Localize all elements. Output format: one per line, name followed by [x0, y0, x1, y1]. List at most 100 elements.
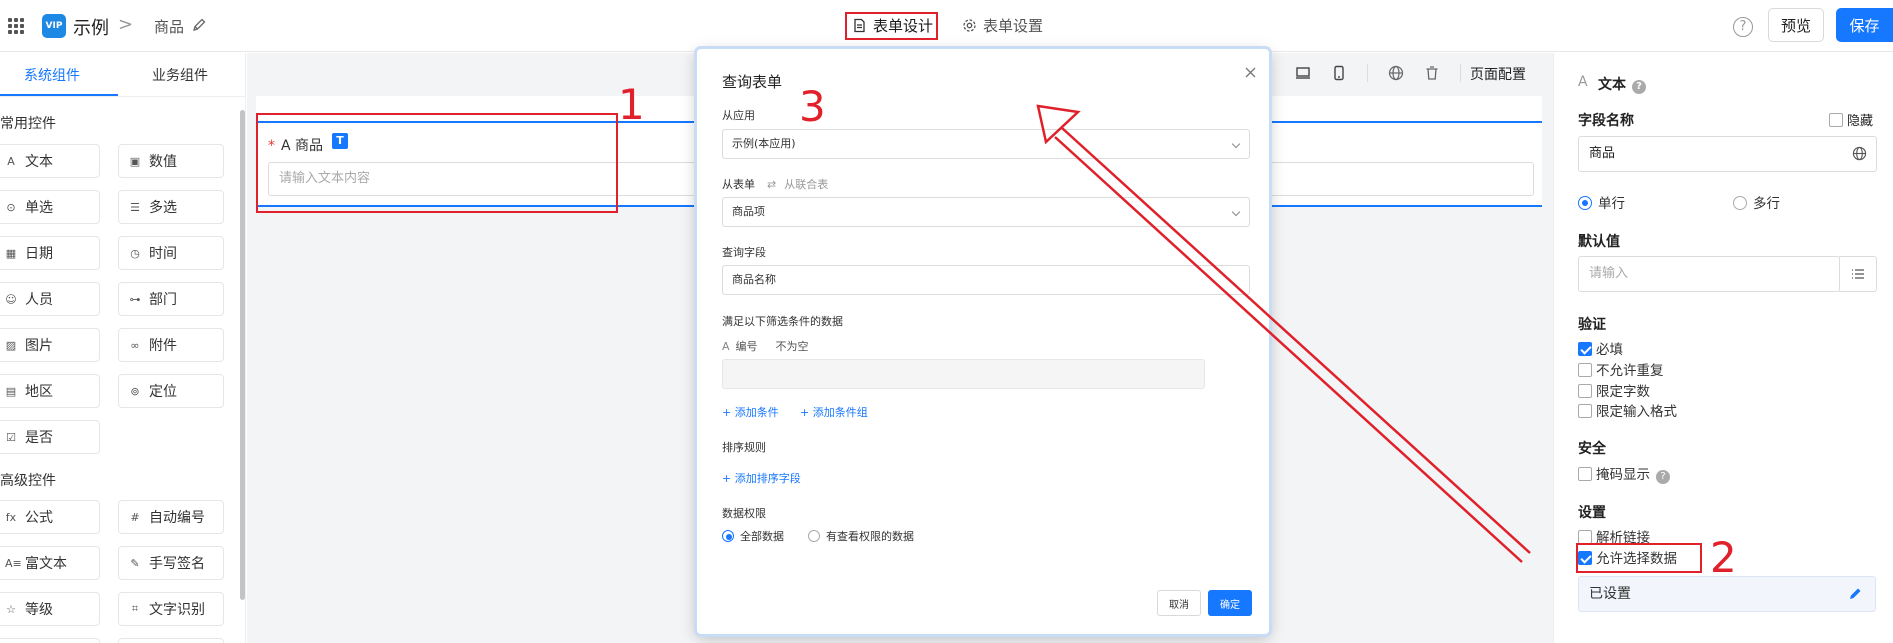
checkbox[interactable] — [1578, 363, 1592, 377]
number-icon: ▣ — [129, 154, 141, 168]
radio[interactable] — [808, 530, 820, 542]
component-more[interactable] — [0, 638, 100, 643]
component-ocr[interactable]: ⌗ 文字识别 — [118, 592, 224, 626]
list-icon — [1851, 269, 1864, 279]
breadcrumb-separator: > — [118, 14, 134, 35]
group-title-advanced: 高级控件 — [0, 473, 56, 489]
checkbox[interactable] — [1578, 384, 1592, 398]
radio[interactable] — [722, 530, 734, 542]
length-limit-checkbox[interactable]: 限定字数 — [1578, 380, 1650, 400]
multi-line-radio[interactable]: 多行 — [1733, 192, 1780, 212]
text-type-icon: A — [722, 340, 730, 353]
chevron-down-icon — [1231, 207, 1241, 217]
pencil-icon[interactable] — [1848, 587, 1862, 601]
clock-icon: ◷ — [130, 246, 140, 260]
radio-icon: ⊙ — [6, 200, 16, 214]
top-bar: VIP 示例 > 商品 表单设计 表单设置 ? 预览 保存 — [0, 0, 1893, 52]
perm-all-radio[interactable]: 全部数据 — [722, 528, 784, 544]
add-condition-link[interactable]: + 添加条件 — [722, 404, 779, 420]
component-multi-select[interactable]: ☰ 多选 — [118, 190, 224, 224]
settings-label: 设置 — [1578, 505, 1606, 521]
component-member[interactable]: ☺ 人员 — [0, 282, 100, 316]
component-single-select[interactable]: ⊙ 单选 — [0, 190, 100, 224]
component-more[interactable] — [118, 638, 224, 643]
add-sort-field-link[interactable]: + 添加排序字段 — [722, 470, 801, 486]
component-auto-number[interactable]: # 自动编号 — [118, 500, 224, 534]
save-button[interactable]: 保存 — [1836, 8, 1893, 42]
component-location[interactable]: ⊚ 定位 — [118, 374, 224, 408]
filter-condition-value[interactable] — [722, 359, 1205, 389]
desktop-icon[interactable] — [1295, 65, 1311, 81]
mask-display-checkbox[interactable]: 掩码显示? — [1578, 463, 1670, 484]
from-app-label: 从应用 — [722, 109, 755, 122]
org-chart-icon: ⊶ — [129, 292, 141, 306]
checkbox[interactable] — [1829, 113, 1843, 127]
text-icon: A — [7, 154, 15, 168]
from-join-table-link[interactable]: 从联合表 — [784, 178, 828, 191]
cancel-button[interactable]: 取消 — [1157, 590, 1201, 616]
from-form-select[interactable]: 商品项 — [722, 197, 1250, 227]
app-grid-icon[interactable] — [8, 18, 24, 34]
tab-system-components[interactable]: 系统组件 — [24, 65, 80, 85]
pencil-icon[interactable] — [192, 18, 206, 32]
tab-form-settings-label: 表单设置 — [983, 16, 1044, 35]
tab-form-settings[interactable]: 表单设置 — [962, 14, 1043, 36]
checkbox[interactable] — [1578, 530, 1592, 544]
component-region[interactable]: ▤ 地区 — [0, 374, 100, 408]
component-date[interactable]: ▦ 日期 — [0, 236, 100, 270]
unique-checkbox[interactable]: 不允许重复 — [1578, 359, 1664, 379]
scan-icon: ⌗ — [131, 602, 139, 615]
checkbox-icon: ☑ — [6, 430, 16, 444]
component-signature[interactable]: ✎ 手写签名 — [118, 546, 224, 580]
help-icon[interactable]: ? — [1632, 80, 1646, 94]
text-type-icon: A — [1578, 74, 1588, 90]
page-config-button[interactable]: 页面配置 — [1470, 64, 1526, 84]
checkbox[interactable] — [1578, 404, 1592, 418]
component-yes-no[interactable]: ☑ 是否 — [0, 420, 100, 454]
component-image[interactable]: ▨ 图片 — [0, 328, 100, 362]
single-line-radio[interactable]: 单行 — [1578, 192, 1625, 212]
default-value-input[interactable]: 请输入 — [1578, 256, 1840, 292]
radio[interactable] — [1578, 196, 1592, 210]
add-condition-group-link[interactable]: + 添加条件组 — [800, 404, 868, 420]
map-icon: ▤ — [5, 384, 17, 398]
field-name-input[interactable]: 商品 — [1578, 136, 1877, 172]
component-attachment[interactable]: ∞ 附件 — [118, 328, 224, 362]
component-time[interactable]: ◷ 时间 — [118, 236, 224, 270]
component-department[interactable]: ⊶ 部门 — [118, 282, 224, 316]
from-app-select[interactable]: 示例(本应用) — [722, 129, 1250, 159]
query-field-select[interactable]: 商品名称 — [722, 265, 1250, 295]
annotation-number-1: 1 — [618, 80, 645, 129]
component-rating[interactable]: ☆ 等级 — [0, 592, 100, 626]
gear-icon — [963, 18, 976, 32]
sort-rules-label: 排序规则 — [722, 441, 766, 454]
help-icon[interactable]: ? — [1733, 17, 1753, 37]
hide-checkbox[interactable]: 隐藏 — [1829, 110, 1873, 129]
checkbox-checked[interactable] — [1578, 342, 1592, 356]
globe-icon[interactable] — [1852, 146, 1867, 161]
component-text[interactable]: A 文本 — [0, 144, 100, 178]
component-number[interactable]: ▣ 数值 — [118, 144, 224, 178]
component-rich-text[interactable]: A≡ 富文本 — [0, 546, 100, 580]
app-logo: VIP — [42, 14, 66, 38]
globe-icon[interactable] — [1388, 65, 1404, 81]
default-value-list-button[interactable] — [1839, 256, 1877, 292]
perm-view-radio[interactable]: 有查看权限的数据 — [808, 528, 914, 544]
component-panel-scrollbar[interactable] — [240, 110, 245, 600]
tab-business-components[interactable]: 业务组件 — [152, 65, 208, 85]
switch-icon[interactable]: ⇄ — [767, 178, 776, 191]
checklist-icon: ☰ — [130, 200, 140, 214]
mobile-icon[interactable] — [1331, 65, 1347, 81]
radio[interactable] — [1733, 196, 1747, 210]
trash-icon[interactable] — [1424, 65, 1440, 81]
format-limit-checkbox[interactable]: 限定输入格式 — [1578, 400, 1677, 420]
required-checkbox[interactable]: 必填 — [1578, 338, 1623, 358]
validation-label: 验证 — [1578, 317, 1606, 333]
preview-button[interactable]: 预览 — [1768, 8, 1824, 42]
app-name[interactable]: 示例 — [73, 14, 109, 40]
checkbox[interactable] — [1578, 467, 1592, 481]
close-icon[interactable] — [1245, 67, 1256, 78]
confirm-button[interactable]: 确定 — [1208, 590, 1252, 616]
component-formula[interactable]: fx 公式 — [0, 500, 100, 534]
help-icon[interactable]: ? — [1656, 470, 1670, 484]
